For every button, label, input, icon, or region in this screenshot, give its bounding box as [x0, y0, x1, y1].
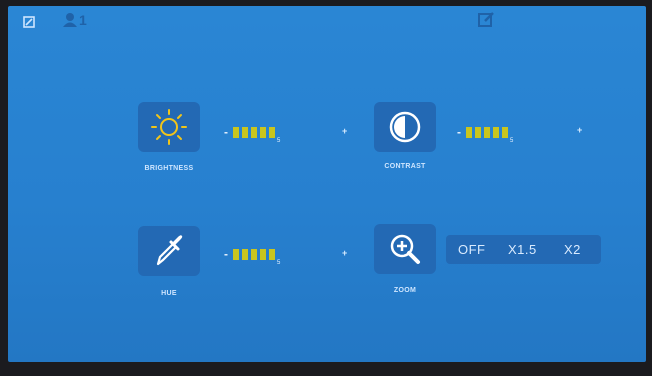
sun-icon — [151, 109, 187, 145]
edit-icon[interactable] — [478, 10, 496, 28]
zoom-option-x1-5[interactable]: X1.5 — [508, 242, 537, 257]
brightness-value: 5 — [277, 138, 281, 144]
zoom-label: ZOOM — [393, 287, 417, 294]
contrast-plus[interactable]: + — [577, 125, 582, 135]
zoom-option-x2[interactable]: X2 — [564, 242, 581, 257]
hue-label: HUE — [161, 290, 177, 297]
contrast-slider[interactable]: - 5 — [457, 121, 527, 145]
contrast-label: CONTRAST — [384, 163, 426, 170]
bar-segment — [233, 249, 239, 260]
hue-minus[interactable]: - — [224, 247, 228, 261]
bar-segment — [242, 249, 248, 260]
bar-segment — [260, 127, 266, 138]
zoom-tile[interactable] — [374, 224, 436, 274]
bar-segment — [251, 249, 257, 260]
bar-segment — [466, 127, 472, 138]
eyedropper-icon — [156, 235, 183, 266]
bar-segment — [502, 127, 508, 138]
bar-segment — [475, 127, 481, 138]
hue-plus[interactable]: + — [342, 248, 347, 258]
hue-slider[interactable]: - 5 — [224, 243, 294, 267]
brightness-slider[interactable]: - 5 — [224, 121, 294, 145]
hue-value: 5 — [277, 260, 281, 266]
contrast-value: 5 — [510, 138, 514, 144]
contrast-tile[interactable] — [374, 102, 436, 152]
monitor-screen: 1 BRIGHTNESS - 5 + CONTRAST - 5 + HUE - … — [8, 6, 646, 362]
bar-segment — [269, 249, 275, 260]
brightness-minus[interactable]: - — [224, 125, 228, 139]
contrast-icon — [389, 111, 421, 143]
bar-segment — [484, 127, 490, 138]
contrast-minus[interactable]: - — [457, 125, 461, 139]
zoom-options: OFF X1.5 X2 — [446, 235, 601, 264]
brightness-label: BRIGHTNESS — [144, 165, 194, 172]
bar-segment — [233, 127, 239, 138]
bar-segment — [269, 127, 275, 138]
bar-segment — [242, 127, 248, 138]
bar-segment — [251, 127, 257, 138]
brightness-plus[interactable]: + — [342, 126, 347, 136]
bar-segment — [493, 127, 499, 138]
bar-segment — [260, 249, 266, 260]
hue-tile[interactable] — [138, 226, 200, 276]
zoom-option-off[interactable]: OFF — [458, 242, 486, 257]
checkbox-icon — [23, 16, 35, 28]
channel-number: 1 — [79, 12, 87, 28]
brightness-tile[interactable] — [138, 102, 200, 152]
person-icon — [63, 13, 77, 27]
zoom-in-icon — [390, 234, 420, 264]
